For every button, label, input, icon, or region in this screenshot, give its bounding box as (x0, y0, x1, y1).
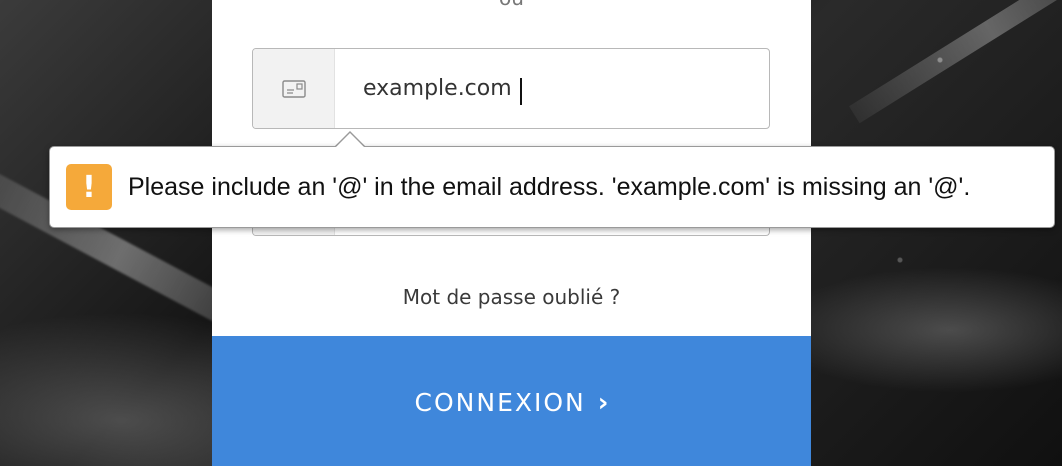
chevron-right-icon: › (597, 388, 609, 418)
connexion-button[interactable]: CONNEXION › (212, 336, 811, 466)
email-icon-cell (253, 49, 335, 128)
email-input[interactable] (363, 49, 753, 128)
text-caret (520, 78, 522, 105)
validation-message: Please include an '@' in the email addre… (128, 172, 971, 201)
divider-text: ou (212, 0, 811, 10)
warning-icon: ! (66, 164, 112, 210)
email-field[interactable] (252, 48, 770, 129)
envelope-card-icon (281, 79, 306, 98)
forgot-password-link[interactable]: Mot de passe oublié ? (212, 285, 811, 309)
connexion-button-label: CONNEXION (414, 388, 586, 417)
tooltip-arrow-fill (335, 133, 365, 148)
login-card: ou Mot de passe oublié ? CONNEXION › (212, 0, 811, 466)
validation-tooltip: ! Please include an '@' in the email add… (49, 146, 1055, 228)
